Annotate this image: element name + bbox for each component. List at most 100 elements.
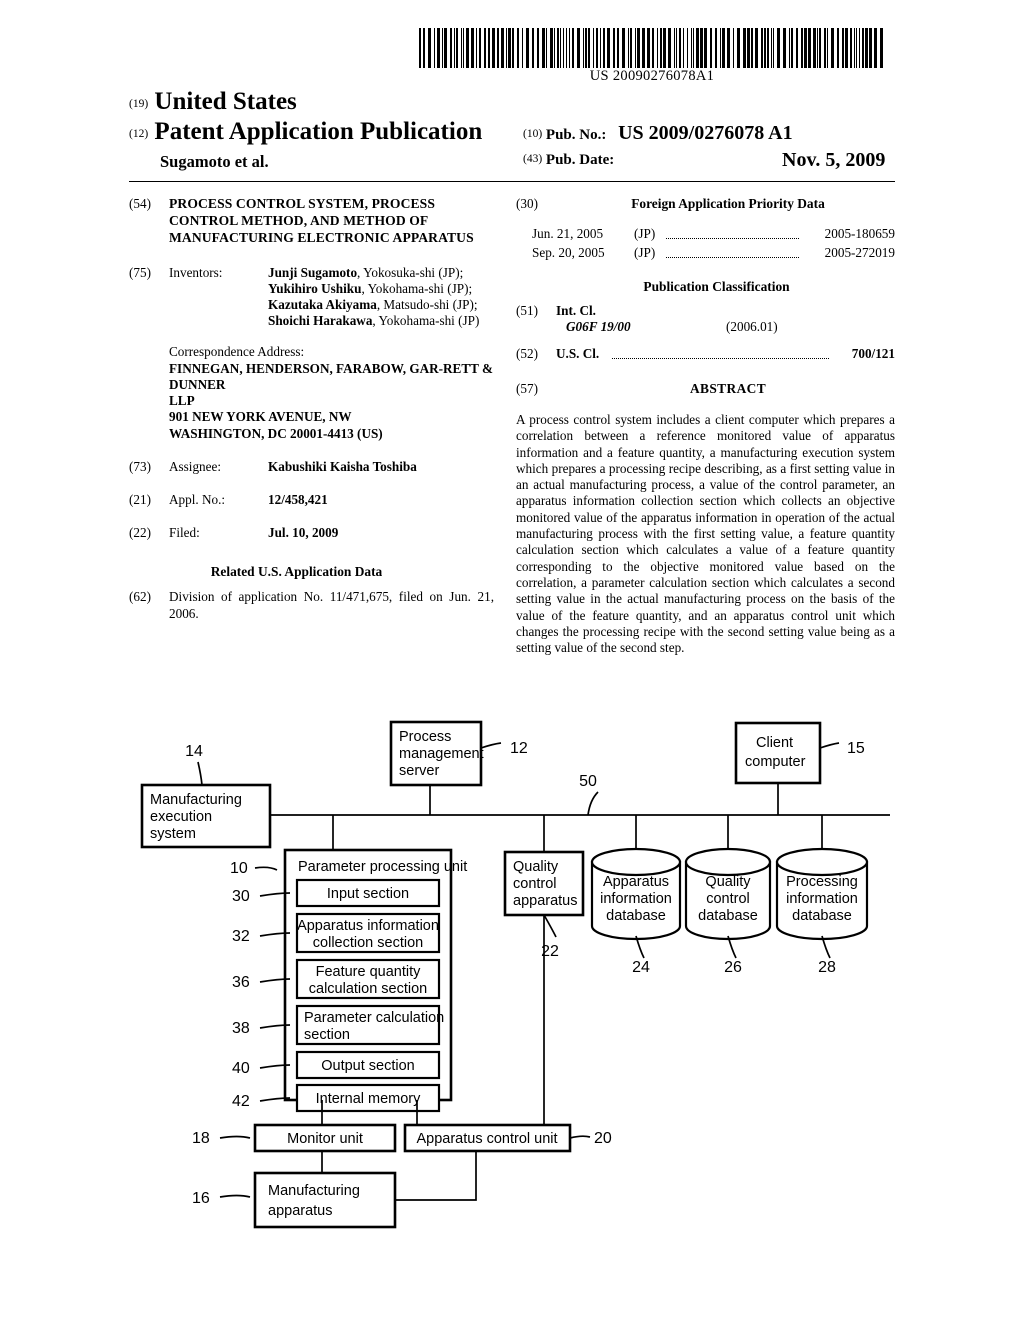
assignee-code: (73) bbox=[129, 458, 151, 474]
label-apparatus-db-line3: database bbox=[606, 908, 666, 924]
pubno-value: US 2009/0276078 A1 bbox=[618, 122, 793, 144]
ref-number-apparatus-db: 24 bbox=[632, 959, 650, 976]
kind-code-43: (43) bbox=[523, 153, 543, 165]
ref-number-client: 15 bbox=[847, 740, 865, 757]
label-pms-line2: management bbox=[399, 746, 484, 762]
label-ppu: Parameter processing unit bbox=[298, 859, 467, 875]
priority-row: Jun. 21, 2005 (JP) 2005-180659 bbox=[516, 226, 895, 245]
filed-value: Jul. 10, 2009 bbox=[268, 524, 339, 540]
manufacturing-leader bbox=[219, 1194, 251, 1198]
publication-classification-heading: Publication Classification bbox=[643, 279, 790, 294]
label-qca-line1: Quality bbox=[513, 859, 559, 875]
pubno-label: Pub. No.: bbox=[545, 127, 607, 143]
label-internal-memory: Internal memory bbox=[316, 1091, 422, 1107]
mes-leader bbox=[197, 761, 203, 786]
label-output-section: Output section bbox=[321, 1058, 415, 1074]
pms-leader bbox=[480, 742, 502, 749]
label-pms-line3: server bbox=[399, 763, 439, 779]
ref-number-bus: 50 bbox=[579, 773, 597, 790]
priority-dot-leader bbox=[666, 226, 799, 239]
foreign-code: (30) bbox=[516, 196, 538, 211]
label-qca-line3: apparatus bbox=[513, 893, 578, 909]
kind-code-10: (10) bbox=[523, 128, 543, 140]
us-cl-label: U.S. Cl. bbox=[556, 346, 600, 361]
appl-no-label: Appl. No.: bbox=[169, 491, 226, 507]
ref-number-feature: 36 bbox=[232, 974, 250, 991]
inventors-list: Junji Sugamoto, Yokosuka-shi (JP); Yukih… bbox=[268, 264, 480, 329]
label-pms-line1: Process bbox=[399, 729, 451, 745]
barcode-publication-number: US 20090276078A1 bbox=[589, 68, 715, 84]
label-processing-db-line2: information bbox=[786, 891, 858, 907]
priority-date: Jun. 21, 2005 bbox=[532, 226, 604, 241]
qca-leader bbox=[543, 914, 557, 938]
applicant-name: Sugamoto et al. bbox=[160, 152, 269, 171]
ref-number-control: 20 bbox=[594, 1130, 612, 1147]
ref-number-collection: 32 bbox=[232, 928, 250, 945]
left-column: (54) PROCESS CONTROL SYSTEM, PROCESS CON… bbox=[129, 196, 494, 622]
address-line: WASHINGTON, DC 20001-4413 (US) bbox=[169, 425, 383, 441]
label-apparatus-control-unit: Apparatus control unit bbox=[416, 1131, 557, 1147]
priority-country: (JP) bbox=[634, 226, 656, 241]
document-type-line: (12) Patent Application Publication bbox=[129, 118, 482, 146]
bus-leader bbox=[587, 791, 599, 816]
appl-no-field: (21) Appl. No.: 12/458,421 bbox=[129, 492, 494, 511]
label-parameter-line2: section bbox=[304, 1027, 350, 1043]
label-feature-line2: calculation section bbox=[309, 981, 428, 997]
label-processing-db-line1: Processing bbox=[786, 874, 858, 890]
kind-code-19: (19) bbox=[129, 98, 149, 110]
label-mes-line2: execution bbox=[150, 809, 212, 825]
system-block-diagram: 50 Manufacturing execution system 14 Pro… bbox=[120, 700, 910, 1260]
pubdate-value: Nov. 5, 2009 bbox=[782, 149, 886, 171]
header-divider bbox=[129, 181, 895, 182]
filed-field: (22) Filed: Jul. 10, 2009 bbox=[129, 525, 494, 544]
division-text: Division of application No. 11/471,675, … bbox=[169, 588, 494, 621]
title-code: (54) bbox=[129, 196, 151, 211]
ref-number-ppu: 10 bbox=[230, 860, 248, 877]
abstract-text: A process control system includes a clie… bbox=[516, 412, 895, 656]
patent-front-page: US 20090276078A1 (19) United States (12)… bbox=[0, 0, 1024, 1320]
country-name: United States bbox=[154, 88, 297, 115]
priority-dot-leader bbox=[666, 245, 799, 258]
ref-number-processing-db: 28 bbox=[818, 959, 836, 976]
priority-number: 2005-272019 bbox=[824, 245, 895, 260]
monitor-leader bbox=[219, 1135, 251, 1139]
us-cl-code: (52) bbox=[516, 346, 538, 361]
barcode bbox=[417, 28, 887, 68]
ref-number-monitor: 18 bbox=[192, 1130, 210, 1147]
ref-number-pms: 12 bbox=[510, 740, 528, 757]
kind-code-12: (12) bbox=[129, 128, 149, 140]
label-manufacturing-line1: Manufacturing bbox=[268, 1183, 360, 1199]
correspondence-address: FINNEGAN, HENDERSON, FARABOW, GAR-RETT &… bbox=[169, 361, 494, 442]
pubdate-label: Pub. Date: bbox=[545, 152, 615, 168]
ref-number-input: 30 bbox=[232, 888, 250, 905]
label-client-line2: computer bbox=[745, 754, 806, 770]
foreign-priority-heading: Foreign Application Priority Data bbox=[631, 196, 825, 211]
label-client-line1: Client bbox=[756, 735, 793, 751]
ref-number-qc-db: 26 bbox=[724, 959, 742, 976]
country-line: (19) United States bbox=[129, 88, 297, 116]
abstract-code: (57) bbox=[516, 381, 538, 396]
label-apparatus-db-line1: Apparatus bbox=[603, 874, 669, 890]
int-cl-version: (2006.01) bbox=[726, 319, 778, 334]
int-cl-line: G06F 19/00 (2006.01) bbox=[566, 319, 895, 337]
label-input-section: Input section bbox=[327, 886, 409, 902]
priority-date: Sep. 20, 2005 bbox=[532, 245, 605, 260]
ref-number-parameter: 38 bbox=[232, 1020, 250, 1037]
int-cl-code: (51) bbox=[516, 303, 538, 318]
assignee-value: Kabushiki Kaisha Toshiba bbox=[268, 458, 417, 474]
label-collection-line2: collection section bbox=[313, 935, 423, 951]
us-cl-field: (52) U.S. Cl. 700/121 bbox=[516, 346, 895, 365]
ref-number-mes: 14 bbox=[185, 743, 203, 760]
label-qca-line2: control bbox=[513, 876, 557, 892]
us-cl-dot-leader bbox=[612, 346, 829, 359]
related-data-heading: Related U.S. Application Data bbox=[210, 563, 383, 579]
abstract-heading-row: (57) ABSTRACT bbox=[516, 381, 895, 401]
label-monitor-unit: Monitor unit bbox=[287, 1131, 363, 1147]
inventors-label: Inventors: bbox=[169, 264, 223, 280]
document-type: Patent Application Publication bbox=[154, 118, 483, 145]
us-cl-value: 700/121 bbox=[851, 346, 895, 361]
label-feature-line1: Feature quantity bbox=[316, 964, 422, 980]
foreign-priority-heading-row: (30) Foreign Application Priority Data bbox=[516, 196, 895, 216]
assignee-label: Assignee: bbox=[169, 458, 222, 474]
right-column: (30) Foreign Application Priority Data J… bbox=[516, 196, 895, 656]
